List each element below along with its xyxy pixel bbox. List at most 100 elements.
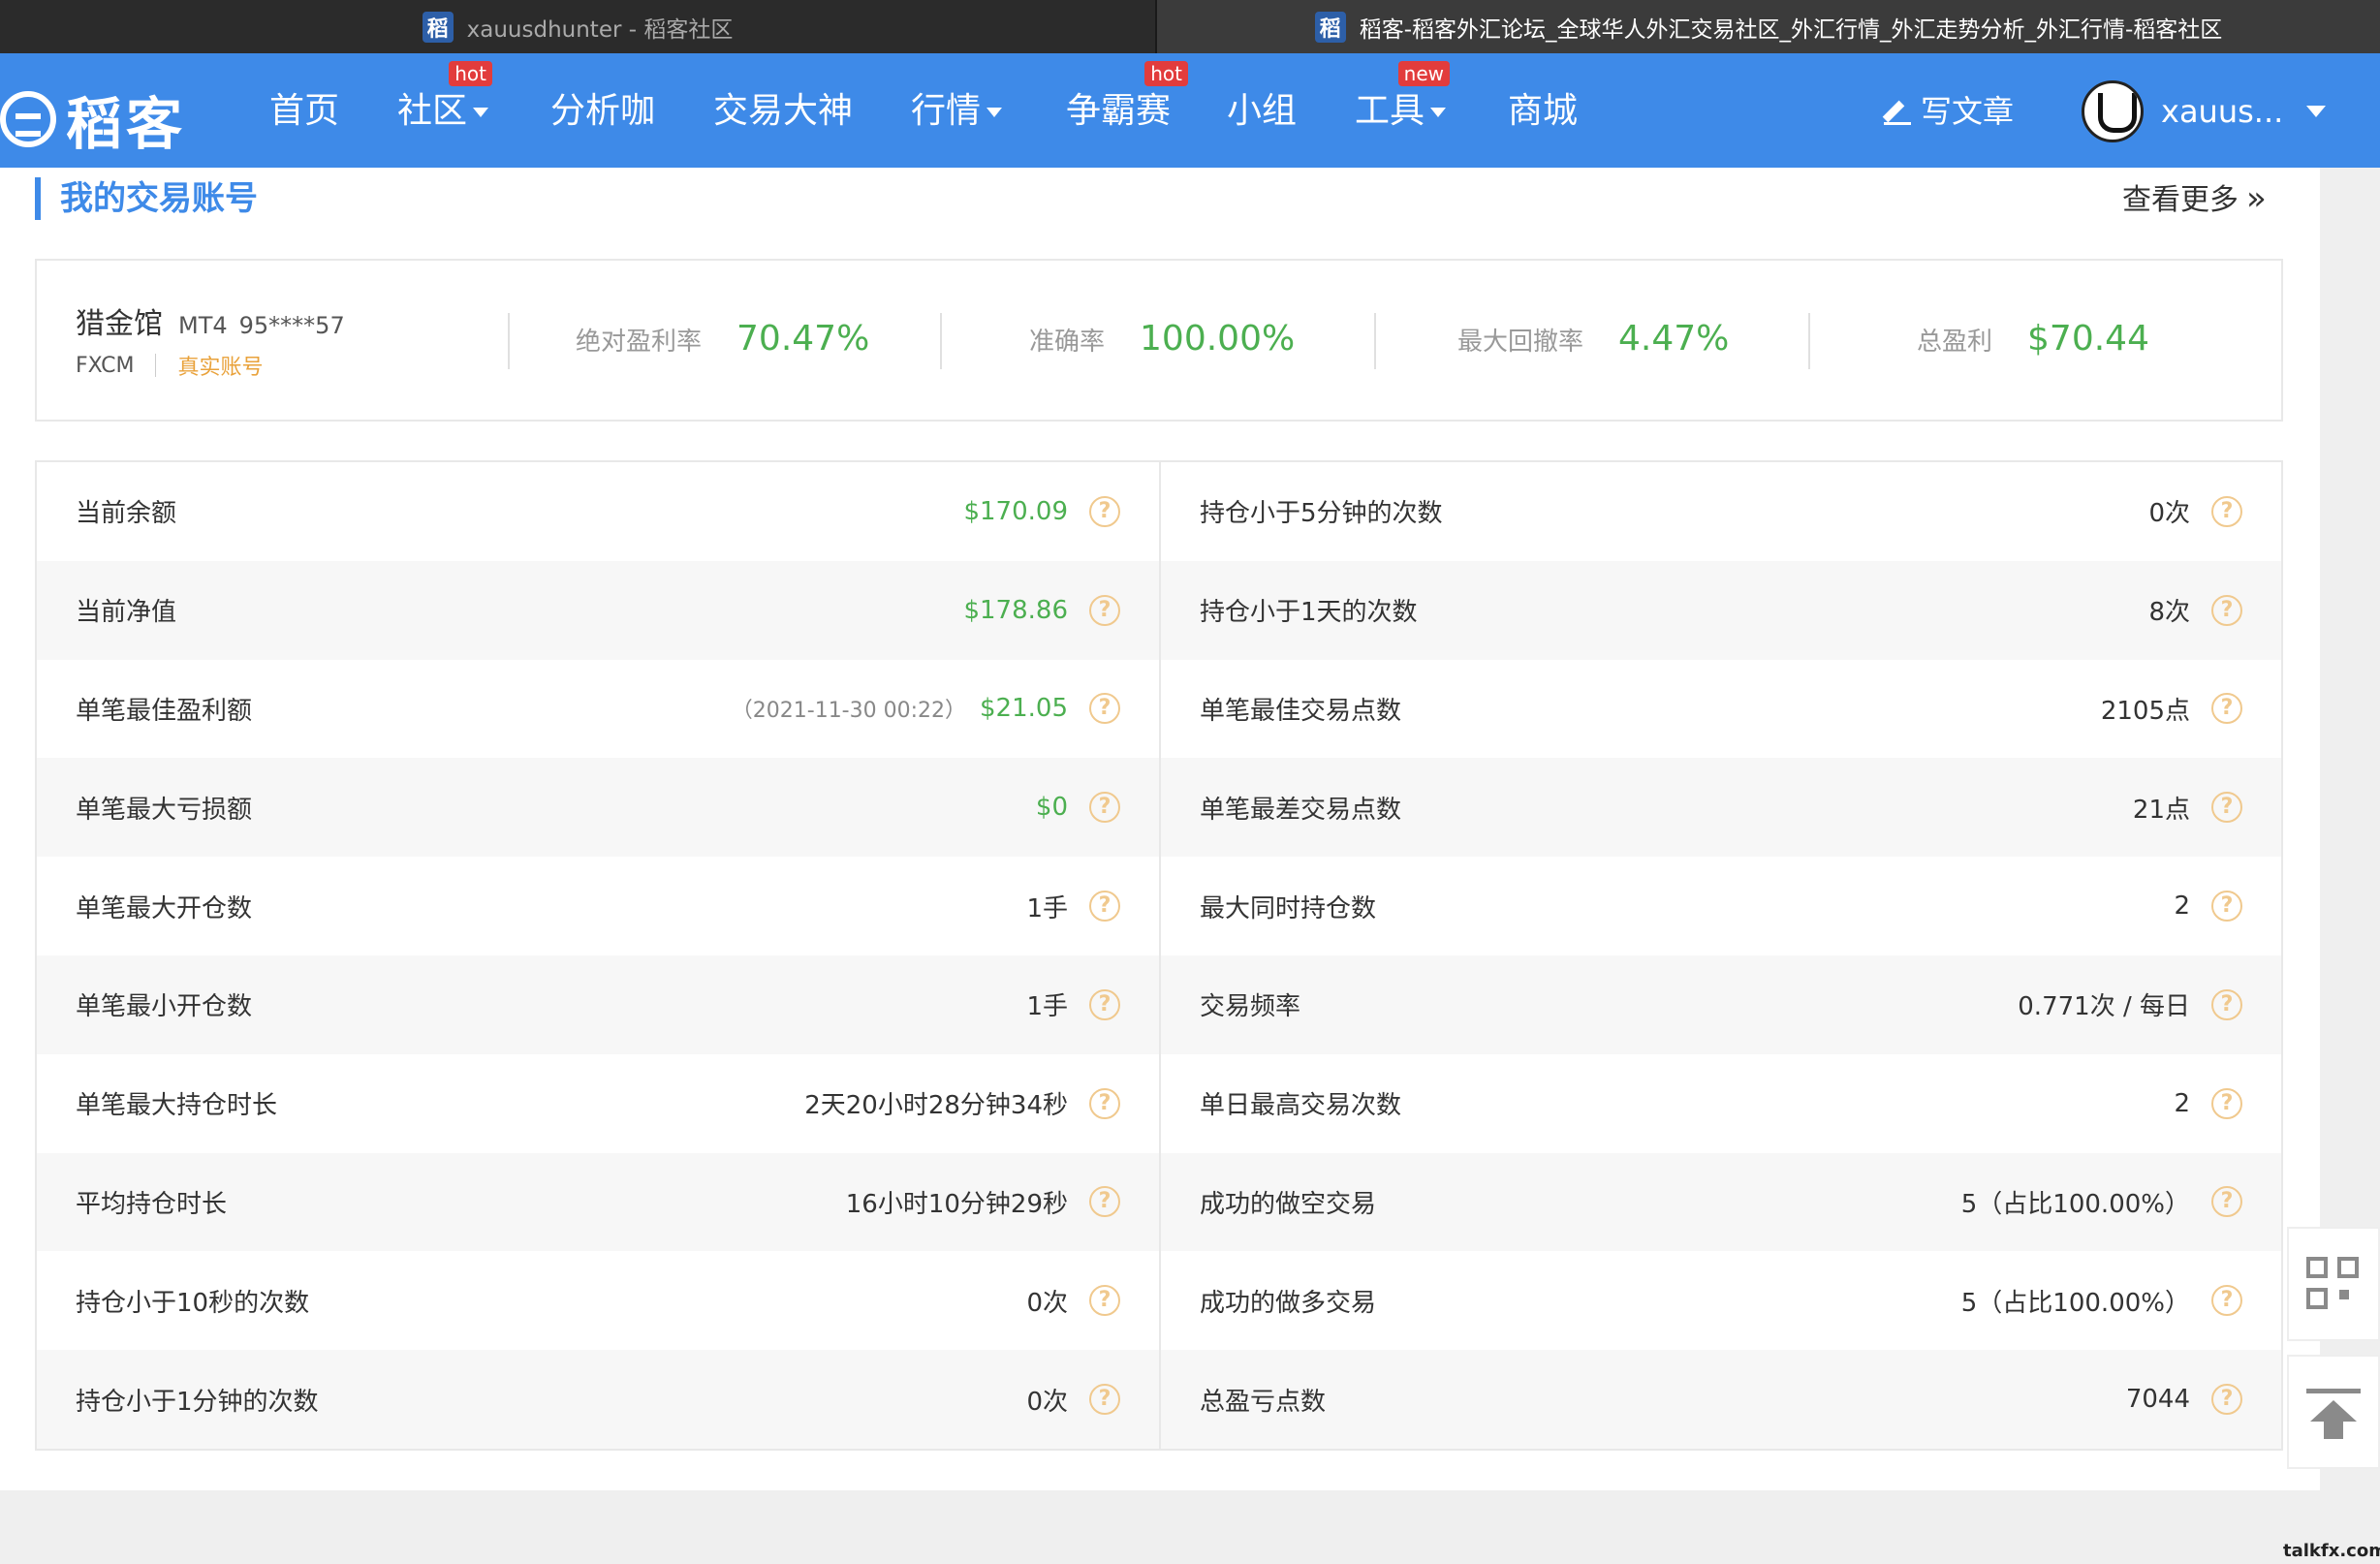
chevron-down-icon [473, 108, 489, 117]
chevron-down-icon [1430, 108, 1447, 117]
table-row: 当前净值 $178.86? [37, 560, 1159, 660]
help-icon[interactable]: ? [2211, 1087, 2242, 1119]
section-title: 我的交易账号 [35, 177, 258, 220]
site-header: 稻客 首页 社区 hot 分析咖 交易大神 行情 争霸赛 hot 小组 工具 new 商城 写文章 x… [0, 53, 2380, 168]
help-icon[interactable]: ? [2211, 1186, 2242, 1218]
stat-label: 最大回撤率 [1457, 328, 1584, 357]
help-icon[interactable]: ? [1089, 1087, 1120, 1119]
nav-item-label: 分析咖 [550, 91, 656, 131]
help-icon[interactable]: ? [1089, 693, 1120, 725]
help-icon[interactable]: ? [2211, 594, 2242, 626]
row-label: 单笔最大开仓数 [76, 893, 253, 923]
site-favicon-icon: 稻 [1314, 11, 1346, 43]
write-article-button[interactable]: 写文章 [1884, 90, 2014, 133]
user-menu[interactable]: xauus... [2082, 80, 2327, 142]
help-icon[interactable]: ? [1089, 1186, 1120, 1218]
row-value: 1手 [1026, 893, 1068, 923]
tab-title: xauusdhunter - 稻客社区 [466, 16, 734, 43]
help-icon[interactable]: ? [2211, 891, 2242, 923]
browser-tab-bar: 稻 xauusdhunter - 稻客社区 稻 稻客-稻客外汇论坛_全球华人外汇… [0, 0, 2380, 53]
table-row: 总盈亏点数 7044? [1161, 1350, 2281, 1449]
row-label: 成功的做空交易 [1200, 1189, 1377, 1219]
divider [508, 313, 510, 369]
help-icon[interactable]: ? [1089, 792, 1120, 824]
nav-item-label: 行情 [911, 91, 982, 131]
row-value: 2 [2174, 891, 2190, 922]
row-label: 最大同时持仓数 [1200, 893, 1377, 923]
pencil-icon [1884, 98, 1911, 125]
row-label: 单日最高交易次数 [1200, 1091, 1402, 1121]
row-label: 交易频率 [1200, 992, 1301, 1022]
browser-tab-1[interactable]: 稻 稻客-稻客外汇论坛_全球华人外汇交易社区_外汇行情_外汇走势分析_外汇行情-… [1157, 0, 2380, 53]
nav-item[interactable]: 首页 [269, 90, 339, 133]
row-value: 1手 [1026, 992, 1068, 1022]
help-icon[interactable]: ? [1089, 495, 1120, 527]
nav-item[interactable]: 行情 [911, 90, 1003, 133]
nav-item-label: 商城 [1508, 91, 1579, 131]
table-row: 单日最高交易次数 2? [1161, 1054, 2281, 1153]
table-row: 单笔最大持仓时长 2天20小时28分钟34秒? [37, 1054, 1159, 1153]
nav-badge: hot [1144, 61, 1189, 86]
chevron-down-icon [2306, 106, 2327, 117]
row-label: 持仓小于5分钟的次数 [1200, 499, 1443, 529]
table-row: 成功的做多交易 5（占比100.00%）? [1161, 1251, 2281, 1350]
help-icon[interactable]: ? [1089, 1384, 1120, 1416]
nav-item[interactable]: 小组 [1227, 90, 1297, 133]
qr-code-button[interactable] [2287, 1227, 2380, 1341]
account-summary-card[interactable]: 猎金馆 MT4 95****57 FXCM 真实账号 绝对盈利率 70.47% 准确… [35, 259, 2283, 422]
tab-title: 稻客-稻客外汇论坛_全球华人外汇交易社区_外汇行情_外汇走势分析_外汇行情-稻客… [1359, 16, 2223, 43]
nav-item[interactable]: 社区 hot [397, 61, 493, 133]
row-value: 8次 [2148, 598, 2190, 628]
table-row: 平均持仓时长 16小时10分钟29秒? [37, 1152, 1159, 1252]
view-more-link[interactable]: 查看更多» [2122, 177, 2267, 222]
help-icon[interactable]: ? [2211, 1384, 2242, 1416]
details-column-right: 持仓小于5分钟的次数 0次? 持仓小于1天的次数 8次? 单笔最佳交易点数 2105点? 单… [1159, 462, 2281, 1449]
help-icon[interactable]: ? [2211, 792, 2242, 824]
row-label: 持仓小于1天的次数 [1200, 598, 1418, 628]
help-icon[interactable]: ? [2211, 988, 2242, 1020]
back-to-top-button[interactable] [2287, 1355, 2380, 1469]
nav-item-label: 社区 [397, 91, 468, 131]
row-label: 单笔最大持仓时长 [76, 1091, 278, 1121]
row-label: 单笔最大亏损额 [76, 795, 253, 825]
nav-item[interactable]: 分析咖 [550, 90, 655, 133]
stat-accuracy: 准确率 100.00% [1029, 319, 1295, 359]
help-icon[interactable]: ? [1089, 988, 1120, 1020]
view-more-label: 查看更多 [2122, 183, 2239, 217]
table-row: 持仓小于1分钟的次数 0次? [37, 1350, 1159, 1449]
table-row: 单笔最佳盈利额 （2021-11-30 00:22） $21.05? [37, 660, 1159, 759]
qr-code-icon [2306, 1257, 2361, 1311]
avatar[interactable] [2082, 80, 2144, 142]
row-note: （2021-11-30 00:22） [731, 699, 967, 724]
table-row: 单笔最大亏损额 $0? [37, 758, 1159, 858]
row-value: $21.05 [980, 694, 1068, 724]
stat-label: 绝对盈利率 [576, 328, 703, 357]
stat-value: 70.47% [736, 319, 870, 359]
stat-total-profit: 总盈利 $70.44 [1917, 319, 2149, 359]
row-value: 0.771次 / 每日 [2018, 992, 2190, 1022]
nav-item[interactable]: 商城 [1508, 90, 1578, 133]
row-label: 持仓小于10秒的次数 [76, 1288, 310, 1318]
help-icon[interactable]: ? [2211, 495, 2242, 527]
nav-badge: new [1397, 61, 1451, 86]
help-icon[interactable]: ? [1089, 594, 1120, 626]
stat-value: $70.44 [2027, 319, 2149, 359]
help-icon[interactable]: ? [2211, 693, 2242, 725]
nav-item[interactable]: 工具 new [1355, 61, 1451, 133]
nav-item[interactable]: 争霸赛 hot [1066, 61, 1189, 133]
row-label: 单笔最佳盈利额 [76, 696, 253, 726]
nav-item[interactable]: 交易大神 [713, 90, 853, 133]
account-type-badge: 真实账号 [177, 356, 264, 380]
stat-absolute-return: 绝对盈利率 70.47% [576, 319, 869, 359]
stat-label: 总盈利 [1917, 328, 1993, 357]
account-name-line: 猎金馆 MT4 95****57 [76, 299, 345, 342]
row-value: $178.86 [963, 595, 1068, 625]
help-icon[interactable]: ? [2211, 1285, 2242, 1317]
help-icon[interactable]: ? [1089, 1285, 1120, 1317]
row-value: 16小时10分钟29秒 [845, 1189, 1068, 1219]
help-icon[interactable]: ? [1089, 891, 1120, 923]
divider [1808, 313, 1810, 369]
table-row: 持仓小于1天的次数 8次? [1161, 560, 2281, 660]
nav-item-label: 工具 [1355, 91, 1425, 131]
browser-tab-0[interactable]: 稻 xauusdhunter - 稻客社区 [0, 0, 1157, 53]
